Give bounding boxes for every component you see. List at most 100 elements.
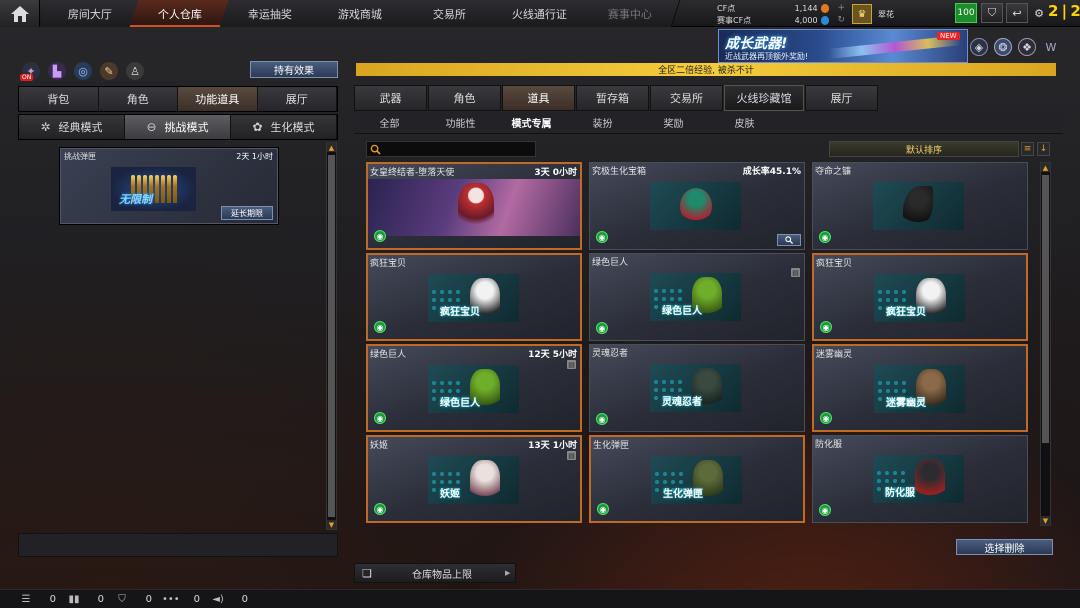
binoculars-icon: ▮▮ bbox=[68, 593, 80, 605]
left-tab[interactable]: 功能道具 bbox=[178, 87, 258, 111]
nav-tab[interactable]: 火线通行证 bbox=[489, 0, 591, 27]
item-name: 夺命之镰 bbox=[815, 167, 852, 177]
warehouse-tab[interactable]: 角色 bbox=[428, 85, 501, 111]
grid-scrollbar[interactable]: ▲ ▼ bbox=[1040, 162, 1051, 526]
crest-icon[interactable]: ❂ bbox=[994, 38, 1012, 56]
warehouse-tab[interactable]: 展厅 bbox=[805, 85, 878, 111]
grid-scroll-thumb[interactable] bbox=[1042, 175, 1049, 443]
challenge-magazine-card[interactable]: 挑战弹匣 2天 1小时 无限制 延长期限 bbox=[60, 148, 278, 224]
extend-button[interactable]: 延长期限 bbox=[221, 206, 273, 220]
item-time: 13天 1小时 bbox=[528, 441, 577, 451]
nav-tab[interactable]: 游戏商城 bbox=[309, 0, 411, 27]
status-count: 0 bbox=[145, 593, 152, 605]
wing-logo-icon[interactable]: W bbox=[1042, 38, 1060, 56]
user-info[interactable]: ♛ 翠花 bbox=[852, 3, 894, 25]
effect-toggle-icon[interactable]: ✦ ON bbox=[20, 62, 40, 81]
item-card[interactable]: 妖姬 13天 1小时 妖姬 ◉ ▤ bbox=[366, 435, 582, 523]
scroll-up-icon[interactable]: ▲ bbox=[327, 143, 336, 152]
mode-tab[interactable]: ✲ 经典模式 bbox=[19, 115, 125, 139]
item-image bbox=[368, 179, 580, 236]
nav-tab-label: 房间大厅 bbox=[67, 7, 112, 21]
item-card[interactable]: 疯狂宝贝 疯狂宝贝 ◉ bbox=[366, 253, 582, 341]
nav-tab[interactable]: 个人仓库 bbox=[129, 0, 231, 27]
sub-tab[interactable]: 模式专属 bbox=[496, 112, 567, 133]
status-item[interactable]: ☰ 0 bbox=[18, 594, 60, 605]
item-card[interactable]: 绿色巨人 12天 5小时 绿色巨人 ◉ ▤ bbox=[366, 344, 582, 432]
lock-icon: ▤ bbox=[567, 360, 576, 369]
diamond-icon[interactable]: ❖ bbox=[1018, 38, 1036, 56]
item-card[interactable]: 防化服 防化服 ◉ bbox=[812, 435, 1028, 523]
item-card[interactable]: 灵魂忍者 灵魂忍者 ◉ bbox=[589, 344, 805, 432]
grid-scroll-down-icon[interactable]: ▼ bbox=[1041, 516, 1050, 525]
left-scrollbar[interactable]: ▲ ▼ bbox=[326, 142, 337, 530]
sub-tab[interactable]: 功能性 bbox=[425, 112, 496, 133]
refresh-icon[interactable]: ↻ bbox=[837, 15, 845, 25]
nav-tab-label: 交易所 bbox=[433, 7, 466, 21]
sub-tab[interactable]: 奖励 bbox=[638, 112, 709, 133]
warehouse-tab[interactable]: 暂存箱 bbox=[576, 85, 649, 111]
left-tab[interactable]: 背包 bbox=[19, 87, 99, 111]
item-name: 绿色巨人 bbox=[370, 350, 407, 360]
hold-effect-button[interactable]: 持有效果 bbox=[250, 61, 338, 78]
capacity-bar[interactable]: ❏ 仓库物品上限 ▶ bbox=[354, 563, 516, 583]
item-name: 究极生化宝箱 bbox=[592, 167, 647, 177]
select-delete-button[interactable]: 选择删除 bbox=[956, 539, 1053, 555]
bag-icon[interactable]: ♙ bbox=[126, 62, 144, 80]
grid-scroll-up-icon[interactable]: ▲ bbox=[1041, 163, 1050, 172]
list-view-icon[interactable]: ≡ bbox=[1021, 142, 1034, 156]
equip-status-icon: ◉ bbox=[819, 504, 831, 516]
add-cf-icon[interactable]: + bbox=[837, 3, 845, 13]
item-card[interactable]: 究极生化宝箱 成长率45.1% ◉ bbox=[589, 162, 805, 250]
sub-tab[interactable]: 装扮 bbox=[567, 112, 638, 133]
warehouse-tab[interactable]: 道具 bbox=[502, 85, 575, 111]
warehouse-tab[interactable]: 交易所 bbox=[650, 85, 723, 111]
promo-banner[interactable]: 成长武器! 近战武器再顶额外奖励! NEW bbox=[718, 29, 968, 63]
warehouse-tab[interactable]: 武器 bbox=[354, 85, 427, 111]
emblem-icon[interactable]: ◈ bbox=[970, 38, 988, 56]
sort-order-icon[interactable]: ↓ bbox=[1037, 142, 1050, 156]
left-tab[interactable]: 展厅 bbox=[257, 87, 337, 111]
shield-menu-icon[interactable]: ⛉ bbox=[981, 3, 1003, 23]
mode-tab[interactable]: ⊖ 挑战模式 bbox=[125, 115, 231, 139]
status-item[interactable]: ◄) 0 bbox=[210, 594, 252, 605]
item-image: 迷雾幽灵 bbox=[874, 365, 965, 413]
sub-tab[interactable]: 皮肤 bbox=[709, 112, 780, 133]
sub-tab[interactable]: 全部 bbox=[354, 112, 425, 133]
status-item[interactable]: ▮▮ 0 bbox=[66, 594, 108, 605]
wand-icon[interactable]: ✎ bbox=[100, 62, 118, 80]
item-card[interactable]: 疯狂宝贝 疯狂宝贝 ◉ bbox=[812, 253, 1028, 341]
item-card[interactable]: 女皇终结者-堕落天使 3天 0小时 ◉ bbox=[366, 162, 582, 250]
search-input[interactable] bbox=[366, 141, 536, 157]
left-tab[interactable]: 角色 bbox=[98, 87, 178, 111]
level-badge: 100 bbox=[955, 3, 977, 23]
item-name: 疯狂宝贝 bbox=[816, 259, 853, 269]
settings-gear-icon[interactable]: ⚙ bbox=[1031, 3, 1047, 23]
scroll-thumb[interactable] bbox=[328, 155, 335, 517]
home-button[interactable] bbox=[0, 0, 40, 27]
item-time: 成长率45.1% bbox=[742, 167, 801, 177]
nav-tab[interactable]: 赛事中心 bbox=[579, 0, 681, 27]
ranking-icon[interactable]: ▙ bbox=[48, 62, 66, 80]
warehouse-tabs: 武器 角色 道具 暂存箱 交易所 火线珍藏馆 展厅 bbox=[354, 85, 879, 111]
capacity-label: 仓库物品上限 bbox=[412, 569, 472, 581]
back-icon[interactable]: ↩ bbox=[1006, 3, 1028, 23]
preview-button[interactable] bbox=[777, 234, 801, 246]
warehouse-tab[interactable]: 火线珍藏馆 bbox=[724, 85, 804, 111]
item-card[interactable]: 绿色巨人 绿色巨人 ◉ ▤ bbox=[589, 253, 805, 341]
item-card[interactable]: 生化弹匣 生化弹匣 ◉ bbox=[589, 435, 805, 523]
cycle-icon[interactable]: ◎ bbox=[74, 62, 92, 80]
item-card[interactable]: 夺命之镰 ◉ bbox=[812, 162, 1028, 250]
sort-dropdown[interactable]: 默认排序 bbox=[829, 141, 1019, 157]
nav-tab[interactable]: 交易所 bbox=[399, 0, 501, 27]
status-item[interactable]: ••• 0 bbox=[162, 594, 204, 605]
status-item[interactable]: ⛉ 0 bbox=[114, 594, 156, 605]
item-image: 妖姬 bbox=[428, 456, 519, 504]
scroll-down-icon[interactable]: ▼ bbox=[327, 520, 336, 529]
item-time: 3天 0小时 bbox=[534, 168, 577, 178]
status-count: 0 bbox=[193, 593, 200, 605]
mode-tab[interactable]: ✿ 生化模式 bbox=[231, 115, 337, 139]
item-card[interactable]: 迷雾幽灵 迷雾幽灵 ◉ bbox=[812, 344, 1028, 432]
item-art bbox=[903, 186, 933, 228]
nav-tab[interactable]: 幸运抽奖 bbox=[219, 0, 321, 27]
nav-tab[interactable]: 房间大厅 bbox=[39, 0, 141, 27]
